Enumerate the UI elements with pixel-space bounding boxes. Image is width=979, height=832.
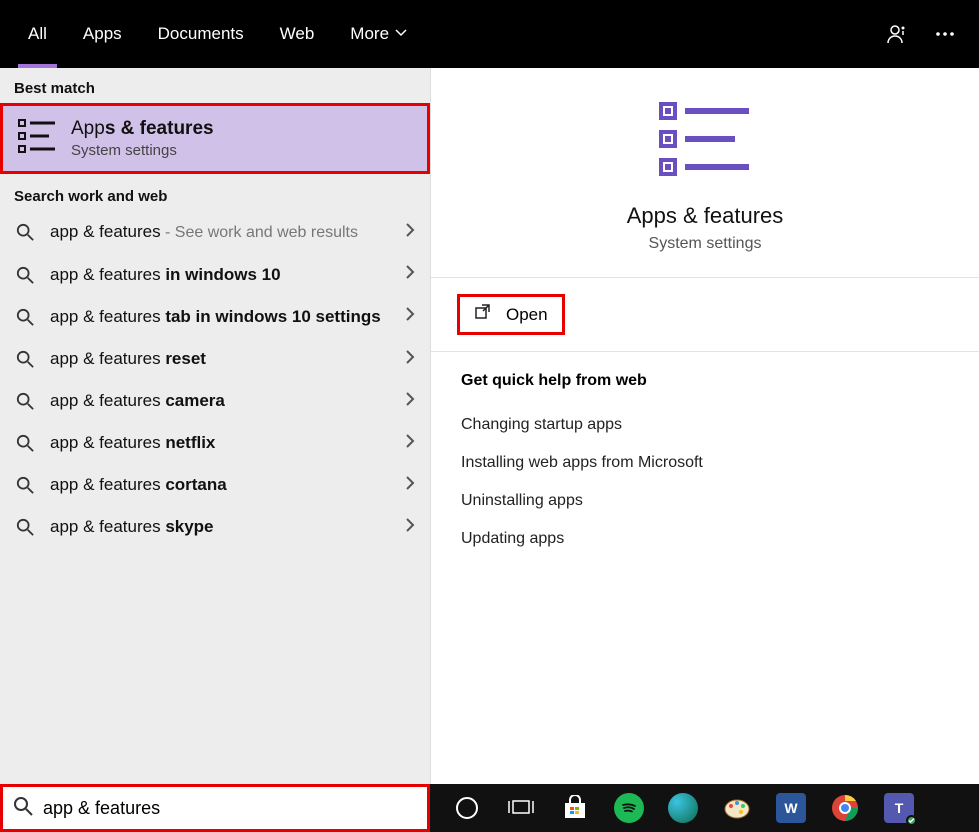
search-icon: [14, 518, 36, 536]
search-result[interactable]: app & features camera: [0, 380, 430, 422]
edge-icon[interactable]: [666, 791, 700, 825]
search-result[interactable]: app & features - See work and web result…: [0, 211, 430, 254]
tab-apps[interactable]: Apps: [65, 0, 140, 68]
quick-help-item[interactable]: Installing web apps from Microsoft: [461, 444, 949, 482]
chevron-down-icon: [395, 24, 407, 44]
chevron-right-icon: [404, 306, 416, 327]
search-topbar: All Apps Documents Web More: [0, 0, 979, 68]
result-text: app & features cortana: [50, 474, 390, 496]
preview-subtitle: System settings: [649, 235, 762, 253]
tab-label: Documents: [158, 24, 244, 44]
teams-icon[interactable]: T: [882, 791, 916, 825]
spotify-icon[interactable]: [612, 791, 646, 825]
tab-all[interactable]: All: [10, 0, 65, 68]
taskbar-search-box[interactable]: [0, 784, 430, 832]
search-icon: [14, 434, 36, 452]
result-text: app & features reset: [50, 348, 390, 370]
chevron-right-icon: [404, 391, 416, 412]
best-match-title: Apps & features: [71, 118, 214, 140]
tab-label: Web: [280, 24, 315, 44]
search-icon: [14, 476, 36, 494]
search-result[interactable]: app & features skype: [0, 506, 430, 548]
open-external-icon: [474, 303, 492, 326]
quick-help-heading: Get quick help from web: [461, 372, 949, 390]
search-result[interactable]: app & features in windows 10: [0, 254, 430, 296]
result-text: app & features in windows 10: [50, 264, 390, 286]
result-text: app & features camera: [50, 390, 390, 412]
search-icon: [14, 392, 36, 410]
quick-help-item[interactable]: Uninstalling apps: [461, 482, 949, 520]
preview-panel: Apps & features System settings Open Get…: [430, 68, 979, 784]
best-match-heading: Best match: [0, 68, 430, 103]
work-web-heading: Search work and web: [0, 176, 430, 211]
search-result[interactable]: app & features netflix: [0, 422, 430, 464]
chevron-right-icon: [404, 264, 416, 285]
search-input[interactable]: [43, 798, 417, 819]
search-icon: [14, 223, 36, 241]
search-icon: [14, 350, 36, 368]
apps-features-icon: [655, 98, 755, 187]
apps-features-icon: [17, 116, 57, 161]
search-tabs: All Apps Documents Web More: [10, 0, 425, 68]
chevron-right-icon: [404, 475, 416, 496]
search-results-panel: Best match Apps & features System settin…: [0, 68, 430, 784]
tab-documents[interactable]: Documents: [140, 0, 262, 68]
tab-web[interactable]: Web: [262, 0, 333, 68]
result-text: app & features netflix: [50, 432, 390, 454]
search-icon: [14, 308, 36, 326]
chrome-icon[interactable]: [828, 791, 862, 825]
cortana-icon[interactable]: [450, 791, 484, 825]
search-icon: [14, 266, 36, 284]
best-match-result[interactable]: Apps & features System settings: [0, 103, 430, 174]
search-result[interactable]: app & features reset: [0, 338, 430, 380]
account-icon[interactable]: [873, 10, 921, 58]
chevron-right-icon: [404, 517, 416, 538]
result-text: app & features skype: [50, 516, 390, 538]
paint-icon[interactable]: [720, 791, 754, 825]
result-text: app & features - See work and web result…: [50, 221, 390, 244]
best-match-subtitle: System settings: [71, 142, 214, 159]
preview-title: Apps & features: [627, 203, 784, 229]
tab-more[interactable]: More: [332, 0, 425, 68]
open-label: Open: [506, 305, 548, 325]
search-result[interactable]: app & features cortana: [0, 464, 430, 506]
microsoft-store-icon[interactable]: [558, 791, 592, 825]
tab-label: Apps: [83, 24, 122, 44]
chevron-right-icon: [404, 349, 416, 370]
task-view-icon[interactable]: [504, 791, 538, 825]
word-icon[interactable]: W: [774, 791, 808, 825]
chevron-right-icon: [404, 433, 416, 454]
search-icon: [13, 796, 33, 821]
more-options-icon[interactable]: [921, 10, 969, 58]
quick-help-item[interactable]: Changing startup apps: [461, 406, 949, 444]
search-result[interactable]: app & features tab in windows 10 setting…: [0, 296, 430, 338]
result-text: app & features tab in windows 10 setting…: [50, 306, 390, 328]
taskbar: W T: [0, 784, 979, 832]
tab-label: All: [28, 24, 47, 44]
tab-label: More: [350, 24, 389, 44]
quick-help-item[interactable]: Updating apps: [461, 520, 949, 558]
chevron-right-icon: [404, 222, 416, 243]
open-button[interactable]: Open: [457, 294, 565, 335]
